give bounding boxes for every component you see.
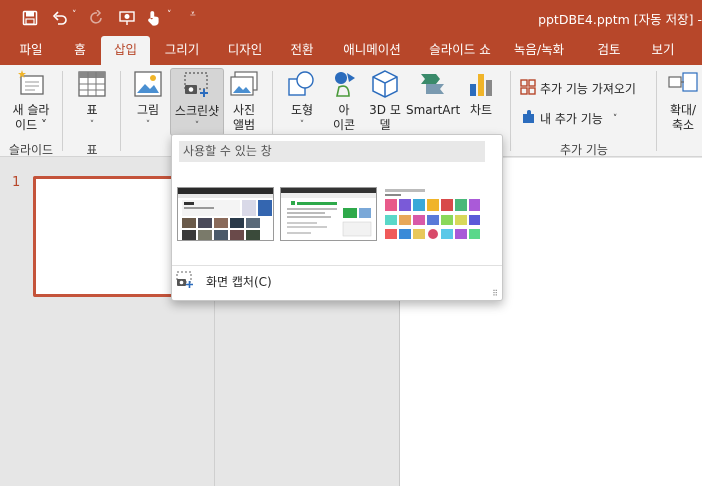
tab-slideshow[interactable]: 슬라이드 쇼 [420,36,500,65]
menu-divider [172,265,502,266]
smartart-label: SmartArt [406,103,461,117]
window-thumbnail[interactable] [280,187,377,241]
group-divider [62,71,63,151]
zoom-icon [667,68,699,100]
tab-animations[interactable]: 애니메이션 [330,36,414,65]
present-from-start-icon[interactable] [116,8,138,28]
tab-draw[interactable]: 그리기 [156,36,208,65]
icons-button[interactable]: 아 이콘 [324,68,364,133]
tab-file[interactable]: 파일 [8,36,54,65]
chevron-down-icon[interactable]: ˅ [167,10,172,20]
document-title: pptDBE4.pptm [자동 저장] - [538,12,702,27]
shapes-button[interactable]: 도형 ˅ [280,68,324,133]
screen-clipping-icon [176,271,200,292]
get-addins-button[interactable]: 추가 기능 가져오기 [520,79,636,98]
3d-models-label-2: 델 [379,118,391,132]
icons-icon [328,68,360,100]
new-slide-button[interactable]: 새 슬라 이드 ˅ [4,68,58,133]
available-windows-header: 사용할 수 있는 창 [179,141,485,162]
3d-model-icon [369,68,401,100]
tab-transitions[interactable]: 전환 [280,36,324,65]
photo-album-button[interactable]: 사진 앨범 [224,68,264,133]
photo-album-label-2: 앨범 [232,118,256,132]
tab-home[interactable]: 홈 [60,36,100,65]
table-icon [76,68,108,100]
group-label-table: 표 [86,143,98,157]
tab-record[interactable]: 녹음/녹화 [506,36,572,65]
window-thumbnail[interactable] [177,187,274,241]
chevron-down-icon: ˅ [299,120,305,130]
tab-view[interactable]: 보기 [643,36,683,65]
chevron-down-icon: ˅ [194,121,200,131]
undo-icon[interactable] [50,8,70,28]
get-addins-label: 추가 기능 가져오기 [540,82,636,96]
slide-thumbnail[interactable] [33,176,183,297]
shapes-label: 도형 [290,103,314,117]
redo-icon[interactable] [87,8,107,28]
chevron-down-icon: ˅ [612,113,618,124]
touch-mode-icon[interactable] [144,8,162,28]
screenshot-label: 스크린샷 [174,104,220,118]
chevron-down-icon[interactable]: ˅ [72,10,77,20]
screenshot-icon [181,69,213,101]
new-slide-icon [15,68,47,100]
table-button[interactable]: 표 ˅ [70,68,114,133]
chart-label: 차트 [469,103,493,117]
title-bar: ˅ ˅ ⩡ pptDBE4.pptm [자동 저장] - [0,0,702,36]
picture-icon [132,68,164,100]
screen-clipping-label: 화면 캡처(C) [206,274,272,289]
addin-icon [520,109,536,128]
smartart-button[interactable]: SmartArt [406,68,460,118]
icons-label-1: 아 [338,103,350,117]
save-icon[interactable] [20,8,40,28]
group-label-addins: 추가 기능 [560,143,608,157]
chevron-down-icon: ˅ [145,120,151,130]
3d-models-button[interactable]: 3D 모 델 [364,68,406,133]
picture-button[interactable]: 그림 ˅ [128,68,168,133]
shapes-icon [286,68,318,100]
group-divider [510,71,511,151]
new-slide-label-1: 새 슬라 [12,103,50,117]
table-label: 표 [86,103,98,117]
group-label-slides: 슬라이드 [8,143,54,157]
tab-review[interactable]: 검토 [590,36,628,65]
group-divider [656,71,657,151]
smartart-icon [417,68,449,100]
screenshot-button[interactable]: 스크린샷 ˅ [170,68,224,136]
photo-album-icon [228,68,260,100]
store-icon [520,79,536,98]
chart-button[interactable]: 차트 [462,68,500,118]
new-slide-label-2: 이드 ˅ [15,118,47,132]
zoom-button[interactable]: 확대/ 축소 [664,68,702,133]
tab-design[interactable]: 디자인 [218,36,272,65]
zoom-label-2: 축소 [671,118,695,132]
slide-number: 1 [12,175,21,190]
tab-insert[interactable]: 삽입 [101,36,150,65]
photo-album-label-1: 사진 [232,103,256,117]
zoom-label-1: 확대/ [669,103,697,117]
ribbon-tabs: 파일 홈 삽입 그리기 디자인 전환 애니메이션 슬라이드 쇼 녹음/녹화 검토… [0,36,702,65]
group-divider [120,71,121,151]
icons-label-2: 이콘 [332,118,356,132]
my-addins-button[interactable]: 내 추가 기능 ˅ [520,109,617,128]
bar-chart-icon [465,68,497,100]
screen-clipping-button[interactable]: 화면 캡처(C) [176,271,272,291]
screenshot-dropdown: 사용할 수 있는 창 화면 캡처(C) ⠿ [171,134,503,301]
my-addins-label: 내 추가 기능 [540,112,603,126]
3d-models-label-1: 3D 모 [369,103,401,117]
chevron-down-icon: ˅ [89,120,95,130]
picture-label: 그림 [136,103,160,117]
customize-qat-icon[interactable]: ⩡ [190,9,196,20]
window-thumbnail[interactable] [383,187,480,241]
resize-grip-icon[interactable]: ⠿ [492,289,498,298]
